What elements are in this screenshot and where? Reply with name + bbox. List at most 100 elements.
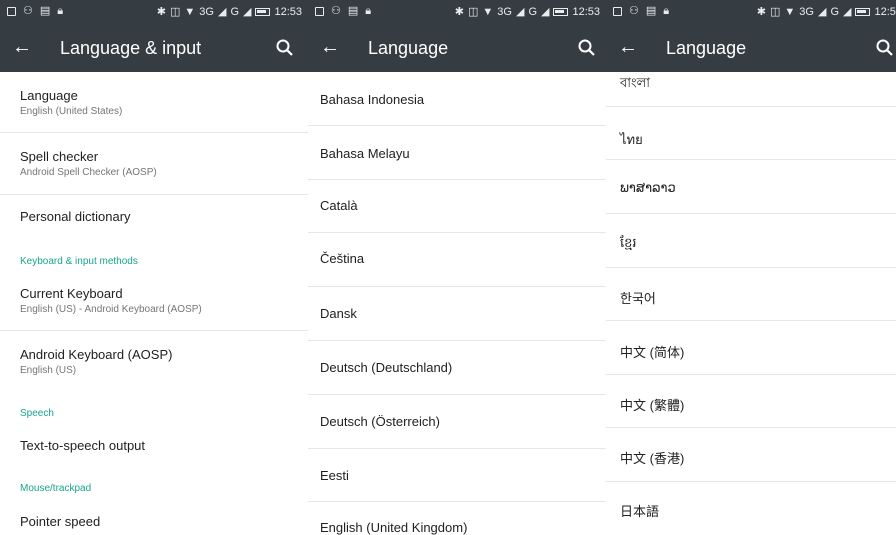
- language-item[interactable]: 한국어: [606, 268, 896, 320]
- usb-debug-icon: ⚇: [629, 5, 639, 17]
- vibrate-icon: ◫: [467, 6, 479, 18]
- search-icon[interactable]: [274, 37, 296, 59]
- clock: 12:53: [572, 6, 600, 18]
- language-item[interactable]: Català: [308, 180, 606, 232]
- language-input-screen: ⚇ ▤ 🔒︎ ✱ ◫ ▼ 3G ◢ G ◢ 12:53 ← Language &…: [0, 0, 308, 535]
- bluetooth-icon: ✱: [756, 6, 766, 18]
- signal-icon: ◢: [515, 6, 525, 18]
- status-bar: ⚇ ▤ 🔒︎ ✱ ◫ ▼ 3G ◢ G ◢ 12:53: [0, 0, 308, 24]
- language-label: 中文 (香港): [620, 451, 685, 466]
- signal-icon-2: ◢: [843, 6, 852, 18]
- language-list: বাংলা ไทย ພາສາລາວ ខ្មែរ 한국어 中文 (简体) 中文 (…: [606, 72, 896, 535]
- signal-icon: ◢: [817, 6, 827, 18]
- bluetooth-icon: ✱: [454, 6, 464, 18]
- network-type-2: G: [830, 6, 839, 18]
- language-list: Bahasa Indonesia Bahasa Melayu Català Če…: [308, 72, 606, 535]
- network-type: 3G: [799, 6, 814, 18]
- back-arrow-icon[interactable]: ←: [618, 36, 638, 58]
- app-bar: ← Language & input: [0, 24, 308, 72]
- screenshot-icon: [613, 6, 622, 16]
- section-header-speech: Speech: [20, 408, 54, 419]
- section-header-mouse: Mouse/trackpad: [20, 483, 92, 494]
- language-item[interactable]: ພາສາລາວ: [606, 160, 896, 212]
- item-subtitle: Android Spell Checker (AOSP): [20, 167, 157, 178]
- battery-icon: [855, 8, 871, 16]
- wifi-icon: ▼: [784, 6, 796, 18]
- item-title: Text-to-speech output: [20, 438, 146, 453]
- language-item[interactable]: Deutsch (Deutschland): [308, 341, 606, 394]
- page-title: Language: [368, 38, 449, 58]
- language-item[interactable]: Dansk: [308, 287, 606, 340]
- notification-icons: ⚇ ▤ 🔒︎: [315, 5, 371, 17]
- signal-icon-2: ◢: [541, 6, 550, 18]
- vibrate-icon: ◫: [769, 6, 781, 18]
- language-item[interactable]: English (United Kingdom): [308, 502, 606, 535]
- language-label: 한국어: [620, 291, 656, 306]
- language-label: Deutsch (Österreich): [320, 414, 440, 429]
- language-item[interactable]: 中文 (繁體): [606, 375, 896, 427]
- system-icons: ✱ ◫ ▼ 3G ◢ G ◢ 12:53: [157, 6, 302, 18]
- search-icon[interactable]: [874, 37, 896, 59]
- language-label: 中文 (繁體): [620, 398, 685, 413]
- signal-icon: ◢: [217, 6, 227, 18]
- system-icons: ✱ ◫ ▼ 3G ◢ G ◢ 12:53: [455, 6, 600, 18]
- language-item[interactable]: 中文 (简体): [606, 321, 896, 374]
- item-title: Language: [20, 88, 78, 103]
- language-item[interactable]: ខ្មែរ: [606, 214, 896, 266]
- language-label: 日本語: [620, 504, 660, 519]
- message-icon: ▤: [39, 5, 51, 17]
- screenshot-icon: [315, 6, 324, 16]
- back-arrow-icon[interactable]: ←: [12, 36, 32, 58]
- app-bar: ← Language: [606, 24, 896, 72]
- item-subtitle: English (US) - Android Keyboard (AOSP): [20, 304, 202, 315]
- page-title: Language: [666, 38, 747, 58]
- back-arrow-icon[interactable]: ←: [320, 36, 340, 58]
- language-item[interactable]: বাংলা: [606, 72, 896, 106]
- language-item[interactable]: 日本語: [606, 482, 896, 535]
- language-item[interactable]: Čeština: [308, 233, 606, 286]
- network-type: 3G: [497, 6, 512, 18]
- pointer-speed-setting[interactable]: Pointer speed: [0, 504, 308, 535]
- language-list-screen: ⚇ ▤ 🔒︎ ✱ ◫ ▼ 3G ◢ G ◢ 12:53 ← Language B…: [308, 0, 606, 535]
- language-label: Bahasa Melayu: [320, 146, 410, 161]
- language-label: বাংলা: [620, 75, 651, 90]
- language-item[interactable]: Eesti: [308, 449, 606, 502]
- language-setting[interactable]: Language English (United States): [0, 72, 308, 132]
- language-label: 中文 (简体): [620, 345, 685, 360]
- item-title: Spell checker: [20, 149, 99, 164]
- language-label: Dansk: [320, 306, 357, 321]
- current-keyboard-setting[interactable]: Current Keyboard English (US) - Android …: [0, 276, 308, 328]
- battery-icon: [255, 8, 271, 16]
- language-label: Eesti: [320, 468, 349, 483]
- wifi-icon: ▼: [482, 6, 494, 18]
- search-icon[interactable]: [576, 37, 598, 59]
- personal-dictionary-setting[interactable]: Personal dictionary: [0, 195, 308, 245]
- language-item[interactable]: ไทย: [606, 107, 896, 159]
- language-label: ພາສາລາວ: [620, 180, 676, 195]
- tts-setting[interactable]: Text-to-speech output: [0, 428, 308, 468]
- language-list-screen-scrolled: ⚇ ▤ 🔒︎ ✱ ◫ ▼ 3G ◢ G ◢ 12:53 ← Language ব…: [606, 0, 896, 535]
- spell-checker-setting[interactable]: Spell checker Android Spell Checker (AOS…: [0, 133, 308, 194]
- language-item[interactable]: Bahasa Indonesia: [308, 72, 606, 124]
- settings-list: Language English (United States) Spell c…: [0, 72, 308, 535]
- language-label: Deutsch (Deutschland): [320, 360, 453, 375]
- language-label: Čeština: [320, 251, 365, 266]
- network-type-2: G: [230, 6, 239, 18]
- language-item[interactable]: Bahasa Melayu: [308, 126, 606, 179]
- clock: 12:53: [274, 6, 302, 18]
- language-label: Bahasa Indonesia: [320, 92, 425, 107]
- app-bar: ← Language: [308, 24, 606, 72]
- network-type: 3G: [199, 6, 214, 18]
- network-type-2: G: [528, 6, 537, 18]
- language-label: English (United Kingdom): [320, 520, 468, 535]
- lock-icon: 🔒︎: [57, 5, 64, 17]
- item-subtitle: English (US): [20, 365, 77, 376]
- language-item[interactable]: Deutsch (Österreich): [308, 395, 606, 448]
- language-label: Català: [320, 198, 358, 213]
- language-label: ไทย: [620, 132, 643, 147]
- usb-debug-icon: ⚇: [23, 5, 33, 17]
- wifi-icon: ▼: [184, 6, 196, 18]
- android-keyboard-setting[interactable]: Android Keyboard (AOSP) English (US): [0, 331, 308, 389]
- usb-debug-icon: ⚇: [331, 5, 341, 17]
- language-item[interactable]: 中文 (香港): [606, 428, 896, 481]
